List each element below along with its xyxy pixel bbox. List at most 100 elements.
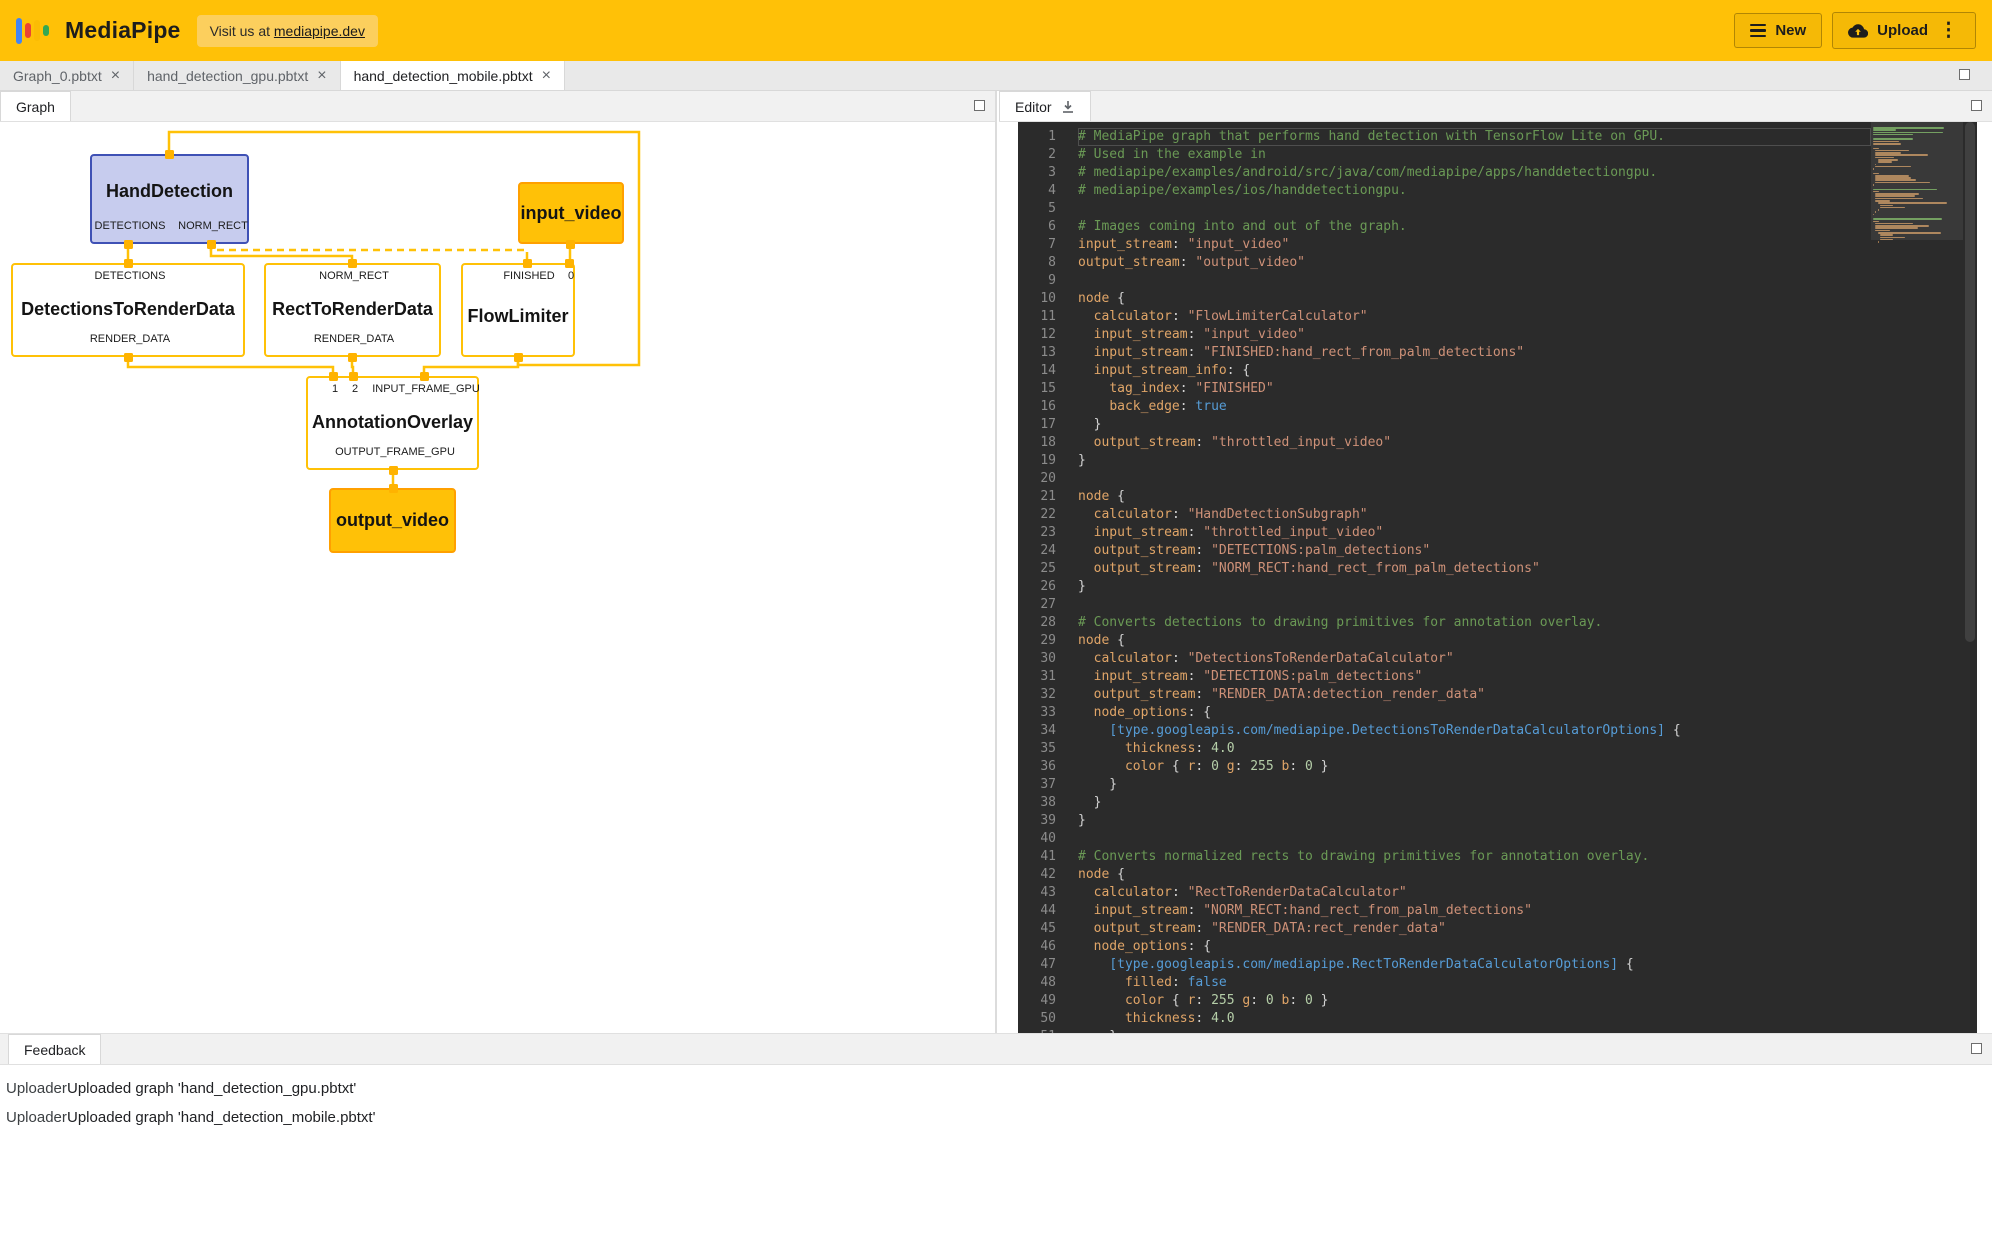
- input-port-label: 0: [568, 270, 574, 282]
- code-line: node {: [1078, 488, 1871, 506]
- line-number: 9: [1018, 272, 1056, 290]
- minimap-slider[interactable]: [1871, 122, 1963, 240]
- graph-popout-icon[interactable]: [974, 100, 985, 111]
- visit-us-text: Visit us at: [210, 23, 270, 39]
- editor-minimap[interactable]: [1871, 122, 1963, 1033]
- file-tab[interactable]: hand_detection_gpu.pbtxt ×: [134, 61, 340, 90]
- line-number: 15: [1018, 380, 1056, 398]
- graph-node-RectToRenderData[interactable]: NORM_RECTRectToRenderDataRENDER_DATA: [264, 263, 441, 357]
- tab-close-icon[interactable]: ×: [111, 68, 120, 84]
- app-title: MediaPipe: [65, 17, 181, 44]
- app-header: MediaPipe Visit us at mediapipe.dev New …: [0, 0, 1992, 61]
- graph-node-DetectionsToRenderData[interactable]: DETECTIONSDetectionsToRenderDataRENDER_D…: [11, 263, 245, 357]
- graph-edge: [424, 357, 518, 376]
- code-line: calculator: "DetectionsToRenderDataCalcu…: [1078, 650, 1871, 668]
- line-number: 27: [1018, 596, 1056, 614]
- feedback-rows: UploaderUploaded graph 'hand_detection_g…: [0, 1065, 1992, 1132]
- code-line: filled: false: [1078, 974, 1871, 992]
- port-icon: [348, 259, 357, 268]
- node-title: DetectionsToRenderData: [13, 286, 243, 332]
- upload-button[interactable]: Upload ⋮: [1832, 12, 1976, 49]
- graph-panel: Graph HandDetectionDETECTIONSNORM_RECT in…: [0, 91, 997, 1033]
- tab-close-icon[interactable]: ×: [542, 68, 551, 84]
- line-number: 44: [1018, 902, 1056, 920]
- node-output-labels: OUTPUT_FRAME_GPU: [308, 445, 477, 462]
- code-line: }: [1078, 794, 1871, 812]
- code-line: }: [1078, 416, 1871, 434]
- tab-feedback[interactable]: Feedback: [8, 1034, 101, 1064]
- line-number: 26: [1018, 578, 1056, 596]
- graph-edge: [211, 244, 352, 263]
- code-line: node {: [1078, 632, 1871, 650]
- node-title: output_video: [331, 498, 454, 543]
- new-button-label: New: [1775, 22, 1806, 39]
- file-tab-label: hand_detection_gpu.pbtxt: [147, 68, 308, 84]
- code-line: [1078, 830, 1871, 848]
- graph-node-AnnotationOverlay[interactable]: 12INPUT_FRAME_GPUAnnotationOverlayOUTPUT…: [306, 376, 479, 470]
- port-icon: [389, 466, 398, 475]
- editor-gutter: 1234567891011121314151617181920212223242…: [1018, 122, 1064, 1033]
- line-number: 10: [1018, 290, 1056, 308]
- input-port-label: INPUT_FRAME_GPU: [372, 383, 480, 395]
- input-port-label: 2: [352, 383, 358, 395]
- tab-graph[interactable]: Graph: [0, 91, 71, 121]
- output-port-label: RENDER_DATA: [90, 333, 170, 345]
- code-line: input_stream_info: {: [1078, 362, 1871, 380]
- line-number: 29: [1018, 632, 1056, 650]
- code-line: [1078, 200, 1871, 218]
- code-line: # Converts detections to drawing primiti…: [1078, 614, 1871, 632]
- editor-panel-strip: Editor: [999, 91, 1992, 122]
- line-number: 17: [1018, 416, 1056, 434]
- more-options-icon[interactable]: ⋮: [1937, 21, 1960, 40]
- file-tab[interactable]: hand_detection_mobile.pbtxt×: [341, 61, 565, 90]
- line-number: 50: [1018, 1010, 1056, 1028]
- line-number: 34: [1018, 722, 1056, 740]
- feedback-popout-icon[interactable]: [1971, 1043, 1982, 1054]
- node-title: AnnotationOverlay: [308, 399, 477, 445]
- feedback-tab-label: Feedback: [24, 1042, 85, 1058]
- download-icon[interactable]: [1061, 100, 1075, 114]
- line-number: 43: [1018, 884, 1056, 902]
- line-number: 47: [1018, 956, 1056, 974]
- new-button[interactable]: New: [1734, 13, 1822, 48]
- line-number: 46: [1018, 938, 1056, 956]
- file-tab[interactable]: Graph_0.pbtxt×: [0, 61, 134, 90]
- tabbar-popout-icon[interactable]: [1959, 69, 1970, 80]
- graph-node-HandDetection[interactable]: HandDetectionDETECTIONSNORM_RECT: [90, 154, 249, 244]
- code-line: }: [1078, 776, 1871, 794]
- code-line: # Converts normalized rects to drawing p…: [1078, 848, 1871, 866]
- port-icon: [565, 259, 574, 268]
- code-line: thickness: 4.0: [1078, 740, 1871, 758]
- graph-canvas[interactable]: HandDetectionDETECTIONSNORM_RECT input_vi…: [0, 122, 995, 1033]
- port-icon: [329, 372, 338, 381]
- input-port-label: FINISHED: [503, 270, 554, 282]
- graph-node-output_video[interactable]: output_video: [329, 488, 456, 553]
- code-line: [1078, 470, 1871, 488]
- editor-scrollbar[interactable]: [1963, 122, 1977, 1033]
- tab-editor[interactable]: Editor: [999, 91, 1091, 121]
- code-line: calculator: "FlowLimiterCalculator": [1078, 308, 1871, 326]
- editor-scrollbar-thumb[interactable]: [1965, 122, 1975, 642]
- port-icon: [207, 240, 216, 249]
- mediapipe-dev-link[interactable]: mediapipe.dev: [274, 23, 365, 39]
- port-icon: [165, 150, 174, 159]
- node-output-labels: RENDER_DATA: [266, 332, 439, 349]
- line-number: 28: [1018, 614, 1056, 632]
- graph-node-FlowLimiter[interactable]: FINISHED0FlowLimiter: [461, 263, 575, 357]
- cloud-upload-icon: [1848, 23, 1868, 38]
- feedback-panel-strip: Feedback: [0, 1034, 1992, 1065]
- code-line: calculator: "HandDetectionSubgraph": [1078, 506, 1871, 524]
- graph-edges: [0, 122, 995, 1031]
- line-number: 6: [1018, 218, 1056, 236]
- editor-code[interactable]: # MediaPipe graph that performs hand det…: [1064, 122, 1871, 1033]
- mediapipe-logo-icon: [16, 15, 49, 47]
- line-number: 4: [1018, 182, 1056, 200]
- node-input-labels: NORM_RECT: [266, 269, 439, 286]
- graph-node-input_video[interactable]: input_video: [518, 182, 624, 244]
- editor-popout-icon[interactable]: [1971, 100, 1982, 111]
- tab-close-icon[interactable]: ×: [317, 68, 326, 84]
- code-line: back_edge: true: [1078, 398, 1871, 416]
- code-line: # mediapipe/examples/ios/handdetectiongp…: [1078, 182, 1871, 200]
- line-number: 30: [1018, 650, 1056, 668]
- code-editor[interactable]: 1234567891011121314151617181920212223242…: [1018, 122, 1977, 1033]
